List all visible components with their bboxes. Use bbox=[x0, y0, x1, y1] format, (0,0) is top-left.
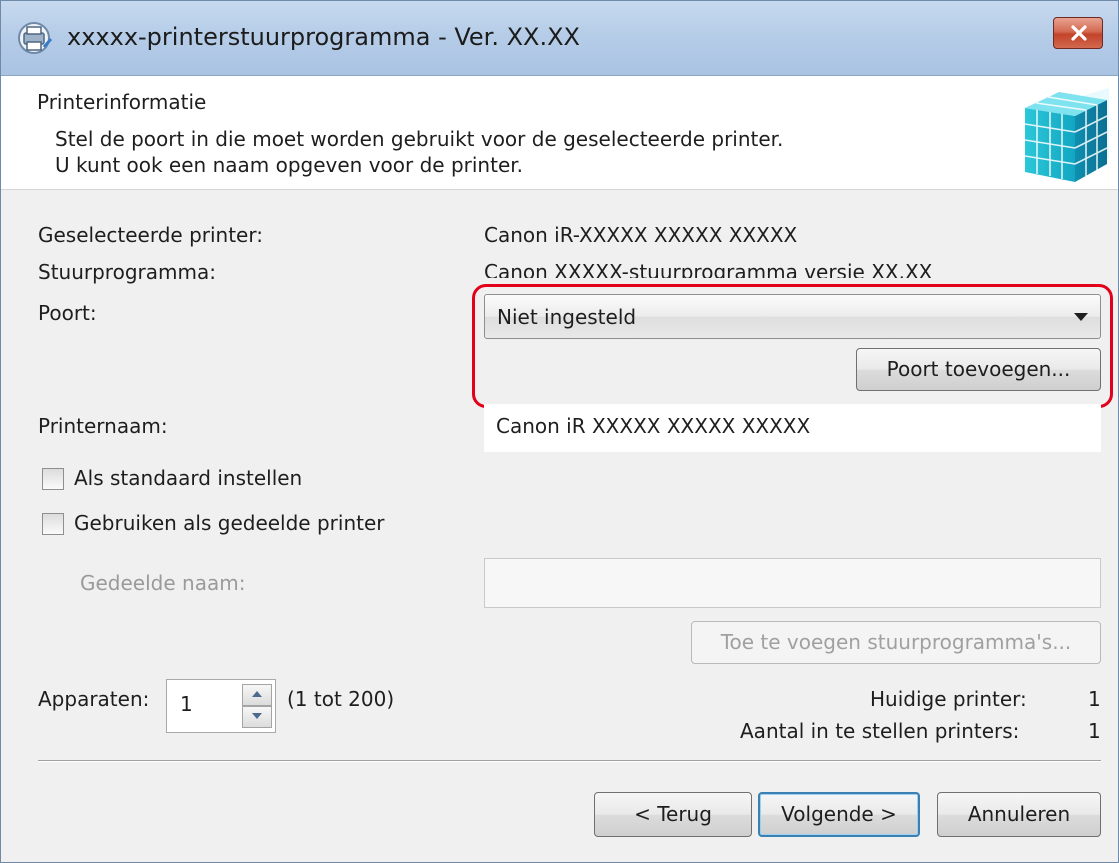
shared-name-input[interactable] bbox=[484, 558, 1101, 608]
page-title: Printerinformatie bbox=[37, 90, 207, 114]
next-button-label: Volgende > bbox=[781, 802, 897, 826]
current-printer-value: 1 bbox=[1088, 687, 1101, 711]
printer-name-label: Printernaam: bbox=[38, 414, 168, 438]
printer-name-value: Canon iR XXXXX XXXXX XXXXX bbox=[496, 414, 811, 438]
cancel-button[interactable]: Annuleren bbox=[937, 792, 1101, 837]
back-button-label: < Terug bbox=[634, 802, 712, 826]
devices-range: (1 tot 200) bbox=[287, 687, 395, 711]
port-label: Poort: bbox=[38, 301, 97, 325]
set-default-checkbox[interactable] bbox=[42, 468, 64, 490]
close-icon bbox=[1071, 25, 1087, 41]
selected-printer-value: Canon iR-XXXXX XXXXX XXXXX bbox=[484, 223, 798, 247]
printer-driver-app-icon bbox=[18, 22, 53, 54]
selected-printer-label: Geselecteerde printer: bbox=[38, 223, 263, 247]
description-line-2: U kunt ook een naam opgeven voor de prin… bbox=[55, 153, 523, 177]
shared-printer-label[interactable]: Gebruiken als gedeelde printer bbox=[74, 511, 385, 535]
add-drivers-button[interactable]: Toe te voegen stuurprogramma's... bbox=[691, 621, 1101, 664]
shared-name-label: Gedeelde naam: bbox=[80, 571, 246, 595]
next-button[interactable]: Volgende > bbox=[758, 792, 920, 837]
port-select[interactable]: Niet ingesteld bbox=[484, 294, 1101, 339]
current-printer-label: Huidige printer: bbox=[870, 687, 1027, 711]
arrow-down-icon bbox=[252, 713, 262, 719]
header-panel: Printerinformatie Stel de poort in die m… bbox=[1, 76, 1118, 190]
shared-printer-checkbox[interactable] bbox=[42, 513, 64, 535]
setup-cube-icon bbox=[1024, 88, 1109, 182]
devices-stepper[interactable]: 1 bbox=[166, 679, 276, 733]
add-port-button[interactable]: Poort toevoegen... bbox=[856, 348, 1101, 391]
set-default-label[interactable]: Als standaard instellen bbox=[74, 466, 302, 490]
printer-name-input[interactable]: Canon iR XXXXX XXXXX XXXXX bbox=[484, 404, 1101, 452]
stepper-up-button[interactable] bbox=[242, 684, 272, 706]
back-button[interactable]: < Terug bbox=[594, 792, 752, 837]
window-title: xxxxx-printerstuurprogramma - Ver. XX.XX bbox=[67, 23, 580, 51]
description-line-1: Stel de poort in die moet worden gebruik… bbox=[55, 127, 784, 151]
close-button[interactable] bbox=[1053, 17, 1103, 49]
installer-dialog: xxxxx-printerstuurprogramma - Ver. XX.XX… bbox=[0, 0, 1119, 863]
cancel-button-label: Annuleren bbox=[967, 802, 1071, 826]
devices-label: Apparaten: bbox=[38, 687, 150, 711]
driver-label: Stuurprogramma: bbox=[38, 260, 216, 284]
title-bar: xxxxx-printerstuurprogramma - Ver. XX.XX bbox=[1, 1, 1118, 76]
page-description: Stel de poort in die moet worden gebruik… bbox=[55, 126, 783, 178]
driver-value: Canon XXXXX-stuurprogramma versie XX.XX bbox=[484, 260, 933, 284]
devices-value: 1 bbox=[180, 692, 193, 716]
add-port-button-label: Poort toevoegen... bbox=[886, 357, 1071, 381]
footer-divider bbox=[38, 760, 1101, 762]
port-selected-value: Niet ingesteld bbox=[497, 305, 637, 329]
stepper-down-button[interactable] bbox=[242, 706, 272, 728]
chevron-down-icon bbox=[1074, 313, 1088, 321]
port-label-text: Poort: bbox=[38, 301, 97, 325]
printers-to-set-label: Aantal in te stellen printers: bbox=[740, 719, 1020, 743]
arrow-up-icon bbox=[252, 691, 262, 697]
printers-to-set-value: 1 bbox=[1088, 719, 1101, 743]
add-drivers-button-label: Toe te voegen stuurprogramma's... bbox=[720, 630, 1072, 654]
